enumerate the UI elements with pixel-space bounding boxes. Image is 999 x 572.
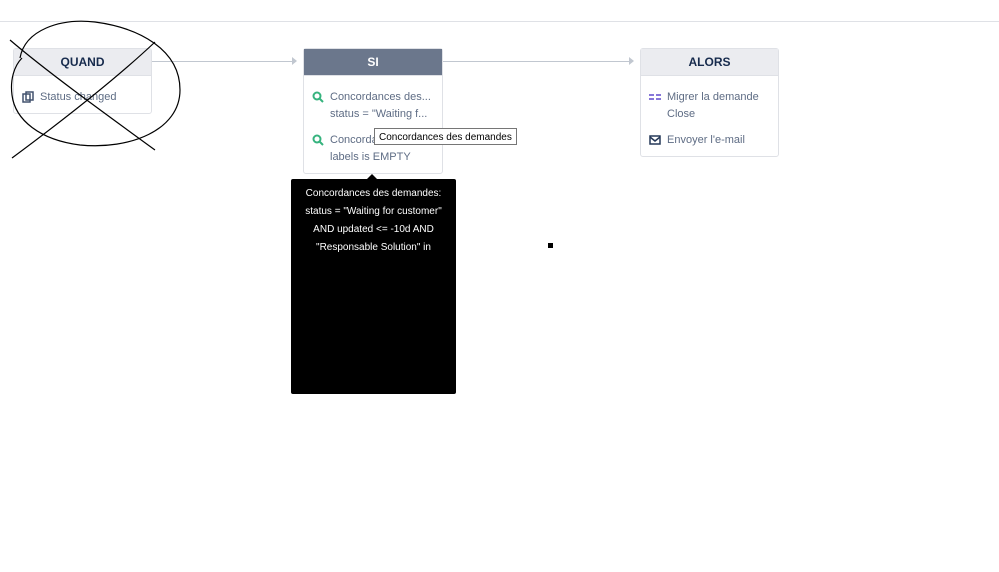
- then-card[interactable]: ALORS Migrer la demande Close Envoyer l'…: [640, 48, 779, 157]
- condition-tooltip-text: Concordances des demandes: labels is EMP…: [305, 539, 442, 568]
- condition-tooltip-text: Concordances des demandes: status = "Wai…: [305, 188, 442, 253]
- condition-tooltip: Concordances des demandes: status = "Wai…: [291, 174, 456, 568]
- hover-tooltip: Concordances des demandes: [374, 128, 517, 145]
- if-card-title: SI: [304, 49, 442, 76]
- then-action-item[interactable]: Envoyer l'e-mail: [649, 132, 774, 150]
- then-action-item[interactable]: Migrer la demande Close: [649, 89, 774, 125]
- search-icon: [312, 91, 324, 103]
- when-card-title: QUAND: [14, 49, 151, 76]
- then-card-title: ALORS: [641, 49, 778, 76]
- connector-when-if: [152, 61, 292, 62]
- transition-icon: [649, 94, 661, 100]
- when-trigger-item[interactable]: Status changed: [22, 89, 147, 107]
- top-divider: [0, 21, 999, 22]
- copy-icon: [22, 91, 34, 103]
- then-action-label: Migrer la demande Close: [667, 91, 759, 120]
- connector-if-then: [443, 61, 629, 62]
- if-condition-label: Concordances des... status = "Waiting f.…: [330, 91, 431, 120]
- if-condition-item[interactable]: Concordances des... status = "Waiting f.…: [312, 89, 438, 125]
- when-card[interactable]: QUAND Status changed: [13, 48, 152, 114]
- search-icon: [312, 134, 324, 146]
- arrow-icon: [292, 57, 297, 65]
- when-trigger-label: Status changed: [40, 91, 117, 103]
- if-card[interactable]: SI Concordances des... status = "Waiting…: [303, 48, 443, 174]
- arrow-icon: [629, 57, 634, 65]
- tooltip-caret-icon: [367, 174, 377, 179]
- mail-icon: [649, 135, 661, 145]
- then-action-label: Envoyer l'e-mail: [667, 134, 745, 146]
- cursor-dot: [548, 243, 553, 248]
